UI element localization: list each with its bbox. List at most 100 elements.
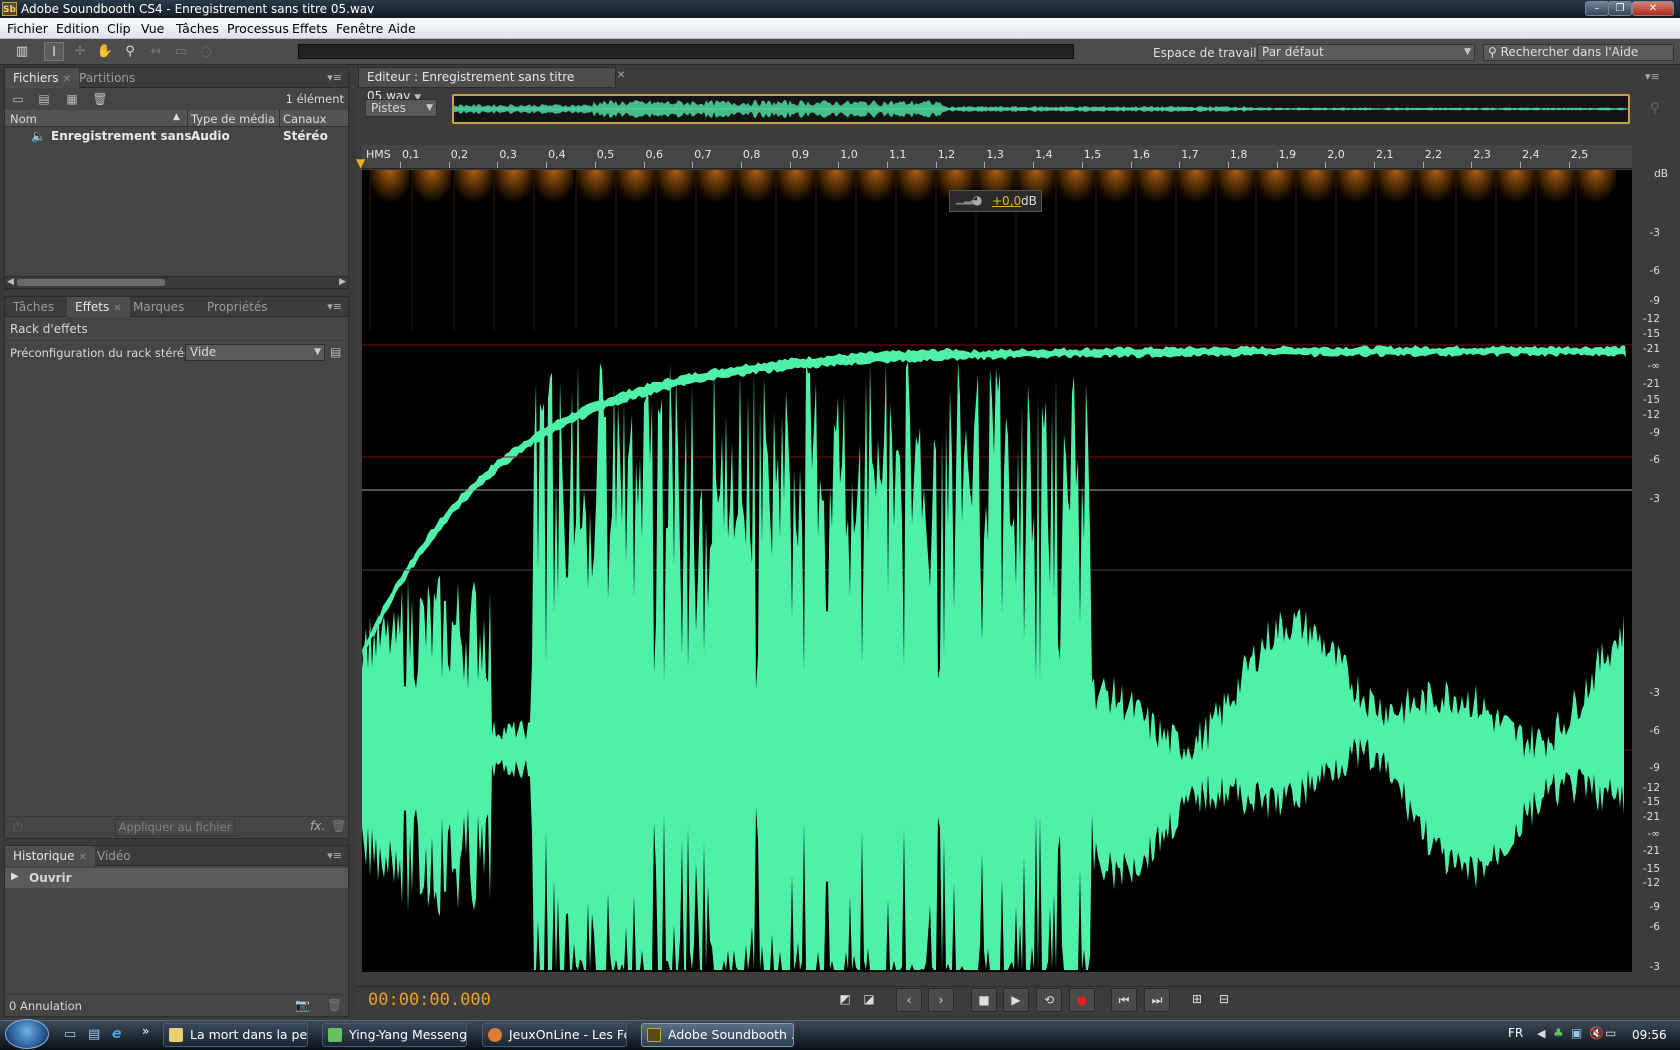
zoom-out-icon[interactable]: ⊟	[1211, 988, 1237, 1012]
quicklaunch-more-icon[interactable]: »	[142, 1024, 149, 1038]
hand-tool-icon[interactable]: ✋	[95, 42, 115, 61]
col-canaux[interactable]: Canaux	[283, 112, 327, 126]
lasso-tool-icon[interactable]: ◌	[196, 42, 216, 61]
view-select[interactable]: Pistes ▼	[365, 99, 437, 117]
menu-effets[interactable]: Effets	[292, 21, 328, 36]
apply-to-file-button[interactable]: Appliquer au fichier	[115, 819, 235, 836]
close-icon[interactable]: ✕	[617, 70, 625, 81]
open-file-icon[interactable]: ▭	[9, 91, 27, 107]
taskbar-item-messenger[interactable]: Ying-Yang Messenger	[322, 1023, 467, 1047]
menu-edition[interactable]: Edition	[56, 21, 99, 36]
save-preset-icon[interactable]: ▤	[330, 345, 341, 359]
scroll-left-icon: ◀	[7, 277, 14, 287]
keyboard-icon[interactable]: ▥	[12, 42, 32, 61]
panel-menu-icon[interactable]: ▾≡	[327, 849, 342, 862]
clock[interactable]: 09:56	[1632, 1028, 1667, 1042]
gain-value[interactable]: +0,0	[992, 194, 1021, 208]
scroll-thumb[interactable]	[17, 279, 165, 286]
language-indicator[interactable]: FR	[1508, 1026, 1523, 1040]
taskbar-item-doc[interactable]: La mort dans la pea...	[163, 1023, 308, 1047]
tab-historique[interactable]: Historique ✕	[5, 846, 95, 866]
fade-in-icon[interactable]: ◩	[832, 988, 858, 1012]
help-search-input[interactable]: ⚲ Rechercher dans l'Aide	[1483, 44, 1674, 61]
col-nom[interactable]: Nom	[10, 112, 37, 126]
tab-effets[interactable]: Effets ✕	[67, 297, 130, 317]
record-button[interactable]: ●	[1069, 988, 1095, 1012]
maximize-button[interactable]: ❐	[1608, 1, 1632, 16]
db-label: -6	[1649, 265, 1660, 277]
go-to-end-button[interactable]: ⏭	[1144, 988, 1170, 1012]
internet-explorer-icon[interactable]: e	[112, 1026, 122, 1042]
play-button[interactable]: ▶	[1003, 988, 1029, 1012]
search-icon: ⚲	[1488, 45, 1501, 59]
import-icon[interactable]: ▦	[63, 91, 81, 107]
messenger-tray-icon[interactable]: ♣	[1553, 1026, 1564, 1040]
trash-icon[interactable]: 🗑	[91, 91, 109, 107]
time-selection-tool-icon[interactable]: I	[44, 42, 64, 61]
minimize-button[interactable]: –	[1585, 1, 1609, 16]
tab-partitions[interactable]: Partitions	[71, 68, 143, 88]
menu-fenetre[interactable]: Fenêtre	[336, 21, 383, 36]
tab-taches[interactable]: Tâches	[5, 297, 62, 317]
tab-fichiers[interactable]: Fichiers ✕	[5, 68, 79, 88]
menu-fichier[interactable]: Fichier	[7, 21, 48, 36]
col-type[interactable]: Type de média	[191, 112, 275, 126]
taskbar-item-soundbooth[interactable]: Adobe Soundbooth ...	[641, 1023, 794, 1047]
time-ruler[interactable]: HMS 0,1 0,2 0,3 0,4 0,5 0,6 0,7 0,8 0,9 1,0 1,1 1,2…	[362, 145, 1632, 169]
prev-marker-button[interactable]: ‹	[896, 988, 922, 1012]
rect-marquee-tool-icon[interactable]: ▭	[171, 42, 191, 61]
tab-editor[interactable]: Editeur : Enregistrement sans titre 05.w…	[358, 67, 616, 103]
network-icon[interactable]: ▣	[1571, 1026, 1582, 1040]
close-button[interactable]: ✕	[1632, 1, 1674, 16]
zoom-tool-icon[interactable]: ⚲	[120, 42, 140, 61]
volume-muted-icon[interactable]: 🔇	[1589, 1026, 1604, 1040]
menu-aide[interactable]: Aide	[388, 21, 416, 36]
preset-select[interactable]: Vide ▼	[185, 344, 325, 361]
show-desktop-icon[interactable]: ▭	[64, 1027, 76, 1042]
move-tool-icon[interactable]: ↔	[146, 42, 166, 61]
tray-expand-icon[interactable]: ◀	[1537, 1027, 1545, 1040]
workspace-select[interactable]: Par défaut ▼	[1257, 44, 1475, 61]
overview-bar[interactable]	[452, 94, 1630, 124]
zoom-icon[interactable]: ⚲	[1650, 101, 1660, 116]
file-row[interactable]: 🔈 Enregistrement sans ... Audio Stéréo	[5, 127, 348, 145]
loop-button[interactable]: ⟲	[1036, 988, 1062, 1012]
gain-hud[interactable]: ▁▂▃ ◕ +0,0 dB	[949, 190, 1042, 212]
trash-icon[interactable]: 🗑	[327, 998, 342, 1012]
taskbar-item-firefox[interactable]: JeuxOnLine - Les Fo...	[482, 1023, 627, 1047]
ruler-tick: 0,3	[499, 148, 517, 161]
tab-proprietes[interactable]: Propriétés	[199, 297, 276, 317]
history-item[interactable]: ▶ Ouvrir	[5, 868, 348, 888]
power-icon[interactable]: ⏻	[13, 820, 23, 835]
playhead-marker-icon[interactable]: ▼	[356, 156, 365, 170]
tab-marques[interactable]: Marques	[125, 297, 192, 317]
chevron-down-icon: ▼	[1464, 47, 1471, 57]
panel-menu-icon[interactable]: ▾≡	[327, 300, 342, 313]
panel-menu-icon[interactable]: ▾≡	[1645, 70, 1660, 83]
zoom-in-icon[interactable]: ⊞	[1184, 988, 1210, 1012]
snapshot-icon[interactable]: 📷	[295, 998, 310, 1012]
display-icon[interactable]: ▭	[1605, 1026, 1616, 1040]
fx-label[interactable]: fx.	[310, 819, 325, 833]
go-to-start-button[interactable]: ⏮	[1111, 988, 1137, 1012]
files-hscrollbar[interactable]: ◀ ▶	[5, 276, 348, 288]
workspace-label: Espace de travail :	[1153, 46, 1265, 60]
menu-taches[interactable]: Tâches	[176, 21, 219, 36]
menu-vue[interactable]: Vue	[141, 21, 164, 36]
waveform-display[interactable]	[362, 170, 1632, 972]
stop-button[interactable]: ■	[971, 988, 997, 1012]
rack-title-row: Rack d'effets	[5, 317, 348, 341]
next-marker-button[interactable]: ›	[928, 988, 954, 1012]
menu-clip[interactable]: Clip	[107, 21, 131, 36]
folder-icon[interactable]: ▤	[35, 91, 53, 107]
timecode[interactable]: 00:00:00.000	[368, 990, 491, 1010]
frequency-selection-tool-icon[interactable]: ✢	[70, 42, 90, 61]
panel-menu-icon[interactable]: ▾≡	[327, 71, 342, 84]
tab-video[interactable]: Vidéo	[89, 846, 139, 866]
help-search-placeholder: Rechercher dans l'Aide	[1500, 45, 1639, 59]
fade-out-icon[interactable]: ◪	[856, 988, 882, 1012]
menu-processus[interactable]: Processus	[227, 21, 289, 36]
switch-windows-icon[interactable]: ▤	[88, 1027, 100, 1042]
trash-icon[interactable]: 🗑	[331, 819, 346, 833]
start-button[interactable]	[5, 1019, 49, 1049]
